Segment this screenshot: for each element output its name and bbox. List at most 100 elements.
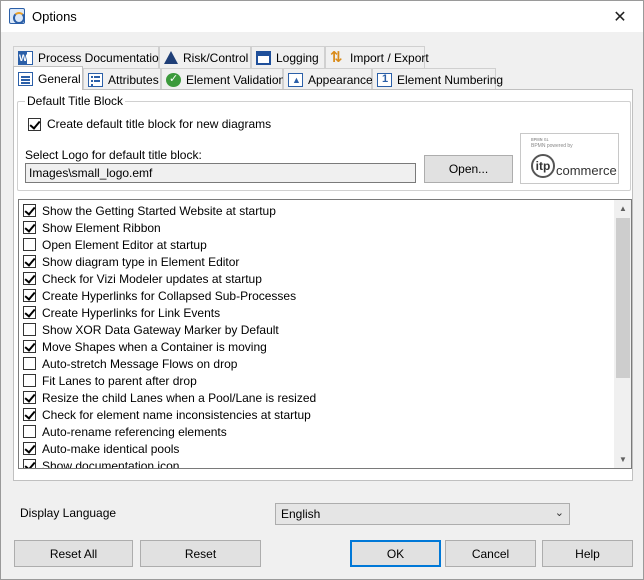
display-language-label: Display Language [20, 506, 117, 520]
scroll-up-icon[interactable]: ▲ [615, 200, 631, 217]
tab-row-lower: General Attributes Element Validation Ap… [13, 66, 503, 90]
option-item[interactable]: Fit Lanes to parent after drop [23, 372, 197, 389]
tab-label: General [38, 71, 81, 86]
tab-row-upper: Process Documentation Risk/Control Loggi… [13, 46, 429, 68]
numbering-icon [377, 72, 392, 87]
option-label: Show XOR Data Gateway Marker by Default [42, 322, 279, 337]
tab-label: Process Documentation [38, 50, 166, 65]
cancel-button[interactable]: Cancel [445, 540, 536, 567]
ok-button[interactable]: OK [350, 540, 441, 567]
close-button[interactable]: ✕ [597, 1, 643, 32]
title-bar: Options ✕ [1, 1, 643, 32]
option-item[interactable]: Check for Vizi Modeler updates at startu… [23, 270, 262, 287]
option-item[interactable]: Auto-make identical pools [23, 440, 179, 457]
tab-general[interactable]: General [13, 66, 83, 90]
option-label: Show the Getting Started Website at star… [42, 203, 276, 218]
risk-triangle-icon [164, 51, 178, 64]
option-item[interactable]: Resize the child Lanes when a Pool/Lane … [23, 389, 316, 406]
option-item[interactable]: Auto-stretch Message Flows on drop [23, 355, 237, 372]
tab-appearance[interactable]: Appearance [283, 68, 373, 90]
option-checkbox[interactable] [23, 204, 36, 217]
option-checkbox[interactable] [23, 357, 36, 370]
reset-button[interactable]: Reset [140, 540, 261, 567]
option-item[interactable]: Move Shapes when a Container is moving [23, 338, 267, 355]
scroll-thumb[interactable] [616, 218, 630, 378]
options-scrollbar[interactable]: ▲ ▼ [614, 200, 631, 468]
option-label: Create Hyperlinks for Collapsed Sub-Proc… [42, 288, 297, 303]
option-label: Fit Lanes to parent after drop [42, 373, 197, 388]
logo-small-text: ʙᴘᴍɴ ɢʟ BPMN powered by [531, 137, 573, 149]
option-item[interactable]: Show Element Ribbon [23, 219, 161, 236]
options-dialog: Options ✕ Process Documentation Risk/Con… [0, 0, 644, 580]
option-checkbox[interactable] [23, 323, 36, 336]
option-label: Open Element Editor at startup [42, 237, 207, 252]
option-checkbox[interactable] [23, 306, 36, 319]
option-item[interactable]: Show XOR Data Gateway Marker by Default [23, 321, 279, 338]
tab-process-documentation[interactable]: Process Documentation [13, 46, 165, 68]
display-language-select[interactable]: English ⌄ [275, 503, 570, 525]
option-label: Move Shapes when a Container is moving [42, 339, 267, 354]
tab-label: Appearance [308, 72, 373, 87]
option-label: Auto-make identical pools [42, 441, 180, 456]
tab-risk-control[interactable]: Risk/Control [159, 46, 251, 68]
option-label: Create Hyperlinks for Link Events [42, 305, 221, 320]
option-checkbox[interactable] [23, 391, 36, 404]
option-item[interactable]: Create Hyperlinks for Link Events [23, 304, 220, 321]
option-item[interactable]: Show diagram type in Element Editor [23, 253, 239, 270]
tab-label: Risk/Control [183, 50, 249, 65]
option-checkbox[interactable] [23, 255, 36, 268]
display-language-value: English [281, 507, 321, 521]
option-checkbox[interactable] [23, 272, 36, 285]
options-checklist[interactable]: Show the Getting Started Website at star… [18, 199, 632, 469]
logo-word: commerce [556, 163, 617, 178]
option-checkbox[interactable] [23, 459, 36, 468]
option-checkbox[interactable] [23, 442, 36, 455]
option-item[interactable]: Create Hyperlinks for Collapsed Sub-Proc… [23, 287, 296, 304]
tab-label: Import / Export [350, 50, 429, 65]
logo-path-field[interactable]: Images\small_logo.emf [25, 163, 416, 183]
help-button[interactable]: Help [542, 540, 633, 567]
option-label: Check for element name inconsistencies a… [42, 407, 311, 422]
tab-attributes[interactable]: Attributes [83, 68, 161, 90]
logo-preview: ʙᴘᴍɴ ɢʟ BPMN powered by itp commerce [520, 133, 619, 184]
option-item[interactable]: Auto-rename referencing elements [23, 423, 227, 440]
option-item[interactable]: Check for element name inconsistencies a… [23, 406, 311, 423]
option-checkbox[interactable] [23, 374, 36, 387]
group-legend: Default Title Block [25, 94, 126, 108]
option-checkbox[interactable] [23, 238, 36, 251]
tab-element-numbering[interactable]: Element Numbering [372, 68, 503, 90]
tab-logging[interactable]: Logging [251, 46, 325, 68]
reset-all-button[interactable]: Reset All [14, 540, 133, 567]
create-title-block-checkbox[interactable] [28, 117, 41, 131]
tab-element-validation[interactable]: Element Validation [161, 68, 286, 90]
tab-label: Logging [276, 50, 319, 65]
tab-label: Attributes [108, 72, 159, 87]
option-item[interactable]: Open Element Editor at startup [23, 236, 207, 253]
logo-circle-mark: itp [531, 154, 555, 178]
option-checkbox[interactable] [23, 408, 36, 421]
option-item[interactable]: Show the Getting Started Website at star… [23, 202, 276, 219]
option-checkbox[interactable] [23, 340, 36, 353]
option-checkbox[interactable] [23, 289, 36, 302]
open-logo-button[interactable]: Open... [424, 155, 513, 183]
create-title-block-row: Create default title block for new diagr… [28, 117, 271, 131]
option-item[interactable]: Show documentation icon [23, 457, 180, 469]
option-checkbox[interactable] [23, 425, 36, 438]
attributes-icon [88, 72, 103, 87]
scroll-down-icon[interactable]: ▼ [615, 451, 631, 468]
app-icon [9, 8, 25, 24]
option-label: Show Element Ribbon [42, 220, 161, 235]
tab-import-export[interactable]: Import / Export [325, 46, 429, 68]
validation-check-icon [166, 72, 181, 87]
option-label: Show documentation icon [42, 458, 180, 469]
general-list-icon [18, 71, 33, 86]
option-checkbox[interactable] [23, 221, 36, 234]
tab-label: Element Validation [186, 72, 286, 87]
create-title-block-label: Create default title block for new diagr… [47, 117, 272, 131]
option-label: Check for Vizi Modeler updates at startu… [42, 271, 262, 286]
tab-label: Element Numbering [397, 72, 504, 87]
option-label: Resize the child Lanes when a Pool/Lane … [42, 390, 317, 405]
logo-label: Select Logo for default title block: [25, 148, 202, 162]
option-label: Auto-rename referencing elements [42, 424, 227, 439]
import-export-icon [330, 48, 345, 66]
